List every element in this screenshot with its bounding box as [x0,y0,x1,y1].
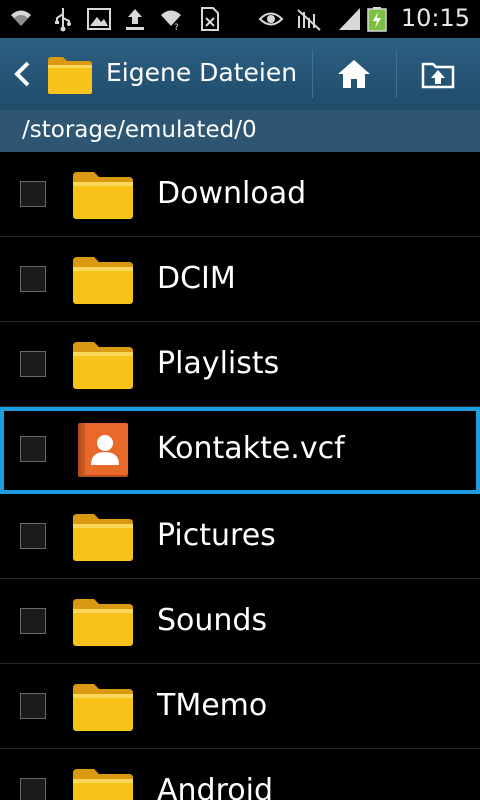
list-item[interactable]: TMemo [0,664,480,749]
folder-icon [73,257,133,304]
checkbox[interactable] [20,778,46,800]
home-button[interactable] [313,38,395,110]
action-bar: Eigene Dateien [0,38,480,111]
folder-icon [73,172,133,219]
usb-icon [55,8,71,32]
signal-icon [339,8,360,30]
checkbox[interactable] [20,181,46,207]
list-item[interactable]: Download [0,152,480,237]
path-bar: /storage/emulated/0 [0,110,480,152]
list-item-selected[interactable]: Kontakte.vcf [0,407,480,494]
checkbox[interactable] [20,523,46,549]
wifi-icon [11,10,31,26]
folder-icon [73,342,133,389]
file-name: Download [157,176,307,211]
file-name: DCIM [157,261,236,296]
checkbox[interactable] [20,351,46,377]
file-list: Download DCIM Playlists Kontakte.vcf Pic… [0,152,480,800]
eye-icon [258,12,284,26]
list-item[interactable]: Sounds [0,579,480,664]
checkbox[interactable] [20,266,46,292]
no-signal-icon [297,9,321,31]
wifi-alt-icon: ? [161,10,181,32]
folder-icon [73,684,133,731]
image-icon [87,8,111,30]
folder-up-button[interactable] [397,38,479,110]
list-item[interactable]: Android [0,749,480,800]
folder-icon [73,769,133,800]
list-item[interactable]: Pictures [0,494,480,579]
path-breadcrumb[interactable]: /storage/emulated/0 [22,117,257,143]
page-title: Eigene Dateien [106,58,298,87]
list-item[interactable]: DCIM [0,237,480,322]
checkbox[interactable] [20,608,46,634]
folder-icon [73,514,133,561]
sim-icon [201,7,219,31]
contact-file-icon [78,423,128,477]
folder-icon [73,599,133,646]
file-name: Playlists [157,346,280,381]
file-name: TMemo [157,688,268,723]
file-name: Kontakte.vcf [157,431,345,466]
home-icon [338,60,370,88]
file-name: Android [157,773,273,800]
checkbox[interactable] [20,436,46,462]
battery-charging-icon [367,7,387,32]
status-time: 10:15 [400,4,470,32]
list-item[interactable]: Playlists [0,322,480,407]
file-name: Sounds [157,603,268,638]
file-name: Pictures [157,518,276,553]
checkbox[interactable] [20,693,46,719]
folder-up-icon [421,62,455,89]
upload-icon [126,9,144,30]
back-button[interactable]: Eigene Dateien [0,38,310,110]
status-bar: ? 10:15 [0,0,480,38]
svg-text:?: ? [174,23,179,32]
chevron-left-icon [14,61,30,87]
folder-icon [48,57,92,94]
